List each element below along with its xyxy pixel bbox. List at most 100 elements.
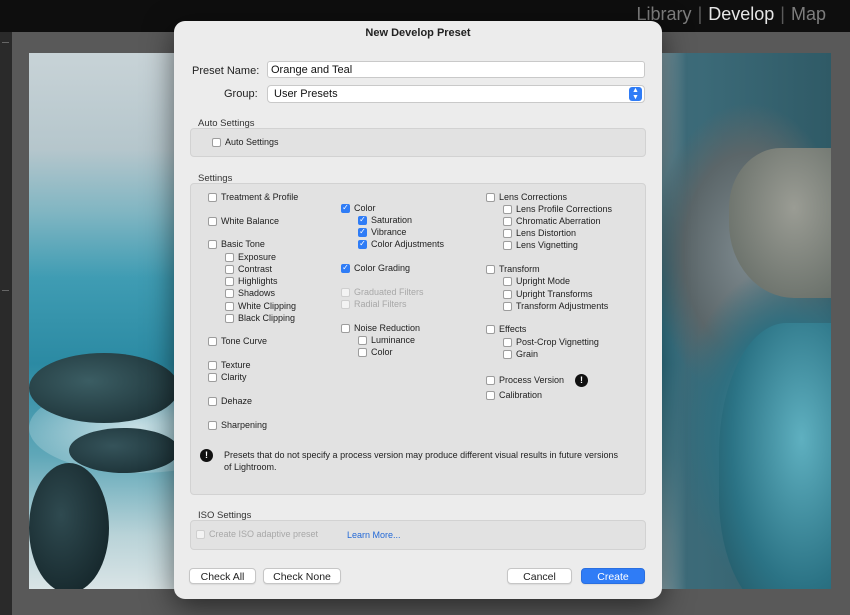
lens-profile-corrections-checkbox[interactable]: Lens Profile Corrections <box>503 203 612 215</box>
checkmark-icon: ✓ <box>358 227 367 237</box>
group-label: Group: <box>224 88 258 100</box>
auto-settings-checkbox[interactable]: Auto Settings <box>212 136 279 148</box>
preset-name-input[interactable]: Orange and Teal <box>267 61 645 78</box>
panel-tick <box>2 290 9 291</box>
transform-checkbox[interactable]: Transform <box>486 263 540 275</box>
checkbox-box <box>225 276 234 286</box>
checkbox-box <box>486 324 495 334</box>
new-develop-preset-dialog: New Develop Preset Preset Name: Orange a… <box>174 21 662 599</box>
checkbox-label: Exposure <box>238 252 277 262</box>
checkbox-label: Upright Mode <box>516 276 571 286</box>
checkmark-icon: ✓ <box>358 239 367 249</box>
color-grading-checkbox[interactable]: ✓ Color Grading <box>341 262 410 274</box>
luminance-checkbox[interactable]: Luminance <box>358 334 415 346</box>
sharpening-checkbox[interactable]: Sharpening <box>208 419 267 431</box>
white-clipping-checkbox[interactable]: White Clipping <box>225 300 296 312</box>
nr-color-checkbox[interactable]: Color <box>358 346 393 358</box>
checkbox-box <box>225 288 234 298</box>
module-develop[interactable]: Develop <box>702 4 780 25</box>
photo-rock <box>69 428 179 473</box>
radial-filters-checkbox: Radial Filters <box>341 298 407 310</box>
check-none-button[interactable]: Check None <box>263 568 341 584</box>
texture-checkbox[interactable]: Texture <box>208 359 251 371</box>
upright-transforms-checkbox[interactable]: Upright Transforms <box>503 288 593 300</box>
checkbox-box <box>341 287 350 297</box>
check-all-button[interactable]: Check All <box>189 568 256 584</box>
checkbox-label: Texture <box>221 360 251 370</box>
checkbox-box <box>503 228 512 238</box>
saturation-checkbox[interactable]: ✓ Saturation <box>358 214 412 226</box>
checkbox-box <box>503 216 512 226</box>
module-map[interactable]: Map <box>785 4 832 25</box>
create-button[interactable]: Create <box>581 568 645 584</box>
checkbox-label: Color <box>371 347 393 357</box>
group-select[interactable]: User Presets ▲ ▼ <box>267 85 645 103</box>
checkbox-label: Upright Transforms <box>516 289 593 299</box>
checkbox-label: Contrast <box>238 264 273 274</box>
learn-more-link[interactable]: Learn More... <box>347 530 401 540</box>
checkmark-icon: ✓ <box>341 203 350 213</box>
checkbox-box <box>208 360 217 370</box>
checkbox-label: Radial Filters <box>354 299 407 309</box>
checkbox-box <box>503 204 512 214</box>
checkbox-box <box>503 301 512 311</box>
grain-checkbox[interactable]: Grain <box>503 348 538 360</box>
contrast-checkbox[interactable]: Contrast <box>225 263 272 275</box>
checkbox-box <box>486 390 495 400</box>
color-checkbox[interactable]: ✓ Color <box>341 202 376 214</box>
checkbox-label: Shadows <box>238 288 276 298</box>
chromatic-aberration-checkbox[interactable]: Chromatic Aberration <box>503 215 601 227</box>
upright-mode-checkbox[interactable]: Upright Mode <box>503 275 570 287</box>
highlights-checkbox[interactable]: Highlights <box>225 275 278 287</box>
checkbox-label: Highlights <box>238 276 278 286</box>
lens-distortion-checkbox[interactable]: Lens Distortion <box>503 227 576 239</box>
checkbox-label: Lens Distortion <box>516 228 577 238</box>
checkbox-box <box>208 216 217 226</box>
vibrance-checkbox[interactable]: ✓ Vibrance <box>358 226 406 238</box>
exposure-checkbox[interactable]: Exposure <box>225 251 276 263</box>
checkbox-label: Chromatic Aberration <box>516 216 601 226</box>
checkbox-label: Auto Settings <box>225 137 279 147</box>
checkbox-label: Lens Corrections <box>499 192 568 202</box>
clarity-checkbox[interactable]: Clarity <box>208 371 247 383</box>
process-version-note: Presets that do not specify a process ve… <box>224 450 619 472</box>
lens-vignetting-checkbox[interactable]: Lens Vignetting <box>503 239 578 251</box>
color-adjustments-checkbox[interactable]: ✓ Color Adjustments <box>358 238 444 250</box>
dehaze-checkbox[interactable]: Dehaze <box>208 395 252 407</box>
checkbox-box <box>503 276 512 286</box>
checkbox-label: Luminance <box>371 335 416 345</box>
checkbox-label: Vibrance <box>371 227 407 237</box>
process-version-checkbox[interactable]: Process Version <box>486 374 564 386</box>
checkbox-label: Treatment & Profile <box>221 192 299 202</box>
checkbox-label: Color Adjustments <box>371 239 445 249</box>
lens-corrections-checkbox[interactable]: Lens Corrections <box>486 191 567 203</box>
checkbox-label: Process Version <box>499 375 565 385</box>
checkbox-box <box>358 347 367 357</box>
checkbox-label: Lens Vignetting <box>516 240 578 250</box>
cancel-button[interactable]: Cancel <box>507 568 572 584</box>
transform-adjustments-checkbox[interactable]: Transform Adjustments <box>503 300 608 312</box>
checkmark-icon: ✓ <box>341 263 350 273</box>
post-crop-vignetting-checkbox[interactable]: Post-Crop Vignetting <box>503 336 599 348</box>
black-clipping-checkbox[interactable]: Black Clipping <box>225 312 295 324</box>
shadows-checkbox[interactable]: Shadows <box>225 287 275 299</box>
checkbox-label: Transform Adjustments <box>516 301 609 311</box>
checkbox-label: Tone Curve <box>221 336 268 346</box>
calibration-checkbox[interactable]: Calibration <box>486 389 542 401</box>
checkbox-box <box>208 372 217 382</box>
checkbox-label: Transform <box>499 264 540 274</box>
checkbox-label: Saturation <box>371 215 413 225</box>
checkbox-box <box>341 299 350 309</box>
checkbox-label: Create ISO adaptive preset <box>209 529 319 539</box>
basic-tone-checkbox[interactable]: Basic Tone <box>208 238 265 250</box>
checkbox-box <box>486 375 495 385</box>
effects-checkbox[interactable]: Effects <box>486 323 526 335</box>
noise-reduction-checkbox[interactable]: Noise Reduction <box>341 322 420 334</box>
treatment-profile-checkbox[interactable]: Treatment & Profile <box>208 191 298 203</box>
checkbox-box <box>225 313 234 323</box>
checkbox-box <box>208 239 217 249</box>
checkbox-box <box>208 396 217 406</box>
tone-curve-checkbox[interactable]: Tone Curve <box>208 335 267 347</box>
checkbox-box <box>208 192 217 202</box>
white-balance-checkbox[interactable]: White Balance <box>208 215 279 227</box>
